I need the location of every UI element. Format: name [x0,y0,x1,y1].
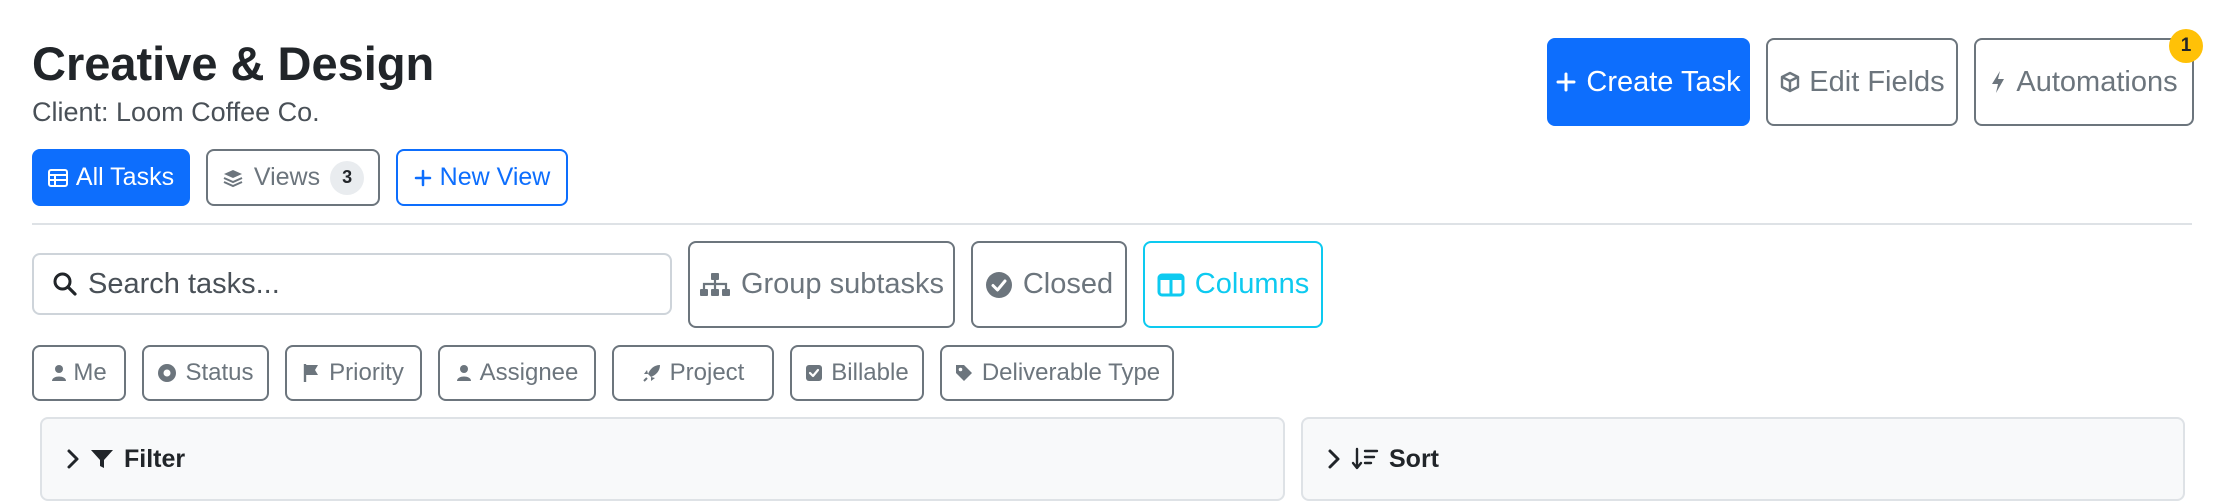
layers-icon [223,169,243,187]
closed-label: Closed [1022,268,1114,300]
table-icon [47,168,68,187]
page-title: Creative & Design [32,37,435,90]
chip-project-label: Project [669,359,745,386]
filter-panel-header[interactable]: Filter [40,417,1285,501]
search-input[interactable] [86,266,650,302]
all-tasks-label: All Tasks [75,163,175,191]
search-box[interactable] [32,253,672,315]
chip-status[interactable]: Status [142,345,269,401]
plus-icon [414,169,431,186]
group-subtasks-toggle[interactable]: Group subtasks [688,241,955,328]
group-subtasks-label: Group subtasks [740,268,945,300]
user-icon [456,365,471,381]
filter-icon [91,450,113,468]
page: Creative & Design Client: Loom Coffee Co… [32,0,2203,501]
chip-project[interactable]: Project [612,345,774,401]
rocket-icon [642,365,660,382]
divider [32,223,2192,225]
chip-priority[interactable]: Priority [285,345,422,401]
bolt-icon [1992,71,2005,93]
edit-fields-button[interactable]: Edit Fields [1766,38,1958,126]
chip-billable[interactable]: Billable [790,345,924,401]
views-label: Views [253,163,321,191]
chip-status-label: Status [185,359,254,386]
chip-deliverable-type[interactable]: Deliverable Type [940,345,1174,401]
chevron-right-icon [67,449,79,469]
automations-label: Automations [2016,65,2178,98]
sort-icon [1351,447,1379,470]
views-count-badge: 3 [330,160,365,195]
check-circle-icon [985,271,1012,298]
chip-assignee[interactable]: Assignee [438,345,596,401]
chip-me[interactable]: Me [32,345,126,401]
search-icon [53,272,77,296]
chip-me-label: Me [73,359,107,386]
chevron-right-icon [1328,449,1340,469]
plus-icon [1556,72,1576,92]
check-square-icon [806,365,823,381]
user-icon [52,365,67,381]
dot-circle-icon [158,364,177,382]
columns-toggle[interactable]: Columns [1143,241,1323,328]
sitemap-icon [699,272,730,296]
box-icon [1781,71,1800,93]
chip-deliverable-type-label: Deliverable Type [981,359,1161,386]
sort-panel-label: Sort [1389,444,1439,473]
tag-icon [955,365,972,381]
automations-count-badge: 1 [2169,29,2203,63]
flag-icon [303,364,319,382]
edit-fields-label: Edit Fields [1809,65,1945,98]
chip-assignee-label: Assignee [479,359,579,386]
views-dropdown-button[interactable]: Views 3 [206,149,380,206]
create-task-button[interactable]: Create Task [1547,38,1750,126]
new-view-button[interactable]: New View [396,149,568,206]
sort-panel-header[interactable]: Sort [1301,417,2185,501]
automations-button[interactable]: Automations 1 [1974,29,2203,126]
filter-panel-label: Filter [124,444,186,473]
client-subtitle: Client: Loom Coffee Co. [32,97,320,127]
tab-all-tasks[interactable]: All Tasks [32,149,190,206]
chip-priority-label: Priority [329,359,404,386]
chip-billable-label: Billable [831,359,909,386]
create-task-label: Create Task [1586,65,1741,98]
closed-toggle[interactable]: Closed [971,241,1127,328]
columns-label: Columns [1194,268,1310,300]
columns-icon [1157,273,1185,296]
new-view-label: New View [439,163,551,191]
